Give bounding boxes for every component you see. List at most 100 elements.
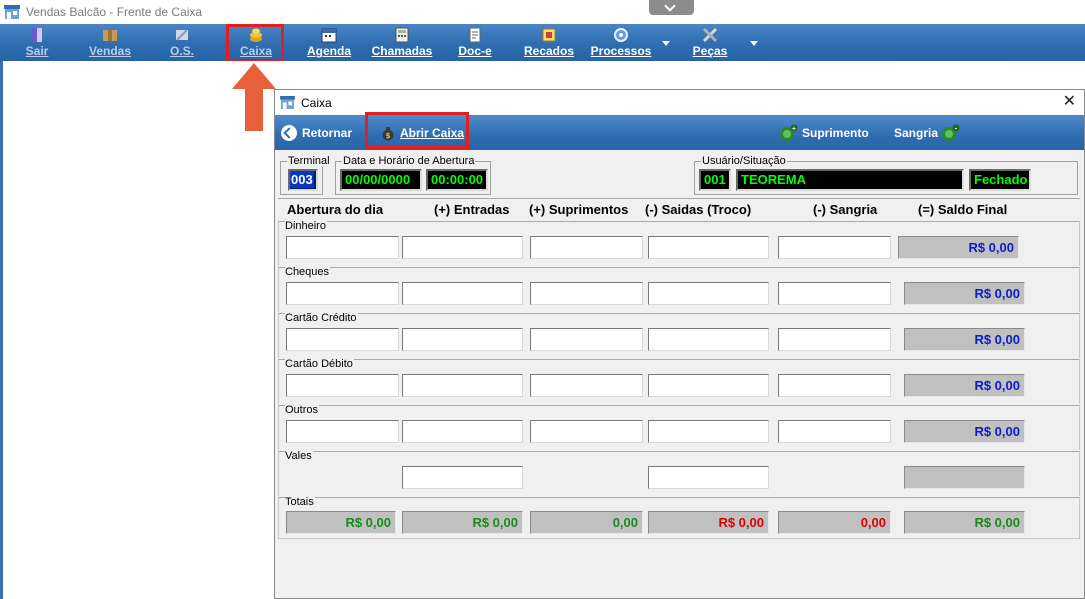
toolbar-processos-label: Processos — [590, 44, 652, 58]
col-abertura: Abertura do dia — [287, 202, 384, 217]
situacao-field: Fechado — [969, 169, 1031, 191]
toolbar-doce-button[interactable]: Doc-e — [455, 24, 495, 61]
outros-saidas-input[interactable] — [648, 420, 769, 443]
gear-icon — [614, 28, 628, 42]
dinheiro-saldo-field: R$ 0,00 — [898, 236, 1019, 259]
total-suprimentos-field: 0,00 — [530, 511, 643, 534]
left-edge-strip — [0, 61, 3, 599]
toolbar-sair-label: Sair — [25, 44, 49, 58]
toolbar-os-button[interactable]: O.S. — [165, 24, 199, 61]
abertura-group: Data e Horário de Abertura 00/00/0000 00… — [335, 155, 491, 195]
close-icon[interactable]: ✕ — [1063, 93, 1076, 111]
toolbar-recados-label: Recados — [523, 44, 575, 58]
dinheiro-sangria-input[interactable] — [778, 236, 891, 259]
credito-suprimentos-input[interactable] — [530, 328, 643, 351]
chevron-down-icon — [664, 0, 676, 12]
credito-entradas-input[interactable] — [402, 328, 523, 351]
cheques-saldo-field: R$ 0,00 — [904, 282, 1025, 305]
row-dinheiro-label: Dinheiro — [285, 220, 327, 232]
usuario-group: Usuário/Situação 001 TEOREMA Fechado — [694, 155, 1078, 195]
sangria-button[interactable]: Sangria - — [894, 115, 964, 150]
money-plus-icon: + — [780, 124, 798, 141]
dinheiro-entradas-input[interactable] — [402, 236, 523, 259]
dinheiro-suprimentos-input[interactable] — [530, 236, 643, 259]
collapse-toggle[interactable] — [649, 0, 694, 15]
total-sangria-field: 0,00 — [778, 511, 891, 534]
toolbar-processos-button[interactable]: Processos — [590, 24, 652, 61]
total-entradas-field: R$ 0,00 — [402, 511, 523, 534]
toolbar-os-label: O.S. — [169, 44, 194, 58]
suprimento-label: Suprimento — [802, 125, 869, 140]
cheques-saidas-input[interactable] — [648, 282, 769, 305]
window-title-bar: Vendas Balcão - Frente de Caixa — [0, 0, 1085, 24]
vales-saldo-field — [904, 466, 1025, 489]
back-arrow-icon — [281, 124, 297, 141]
row-outros-label: Outros — [285, 404, 320, 416]
col-entradas: (+) Entradas — [434, 202, 510, 217]
total-saidas-field: R$ 0,00 — [648, 511, 769, 534]
abertura-label: Data e Horário de Abertura — [342, 155, 476, 167]
usuario-name-field: TEOREMA — [736, 169, 964, 191]
dinheiro-saidas-input[interactable] — [648, 236, 769, 259]
usuario-label: Usuário/Situação — [701, 155, 787, 167]
toolbar-chamadas-label: Chamadas — [371, 44, 433, 58]
abertura-date-field: 00/00/0000 — [340, 169, 422, 191]
debito-suprimentos-input[interactable] — [530, 374, 643, 397]
total-saldo-field: R$ 0,00 — [904, 511, 1025, 534]
pecas-dropdown-arrow[interactable] — [750, 41, 758, 46]
debito-saidas-input[interactable] — [648, 374, 769, 397]
door-icon — [32, 28, 42, 42]
header-divider — [278, 198, 1080, 199]
toolbar-chamadas-button[interactable]: Chamadas — [371, 24, 433, 61]
debito-entradas-input[interactable] — [402, 374, 523, 397]
vales-saidas-input[interactable] — [648, 466, 769, 489]
outros-saldo-field: R$ 0,00 — [904, 420, 1025, 443]
credito-sangria-input[interactable] — [778, 328, 891, 351]
col-sangria: (-) Sangria — [813, 202, 878, 217]
cheques-entradas-input[interactable] — [402, 282, 523, 305]
cheques-sangria-input[interactable] — [778, 282, 891, 305]
dialog-title: Caixa — [301, 95, 332, 110]
cheques-abertura-input[interactable] — [286, 282, 399, 305]
notes-icon — [542, 28, 556, 42]
suprimento-button[interactable]: + Suprimento — [778, 115, 869, 150]
credito-saldo-field: R$ 0,00 — [904, 328, 1025, 351]
toolbar-agenda-button[interactable]: Agenda — [305, 24, 353, 61]
dinheiro-abertura-input[interactable] — [286, 236, 399, 259]
outros-abertura-input[interactable] — [286, 420, 399, 443]
caixa-dialog: Caixa ✕ Retornar $ Abrir Caixa + Suprime… — [274, 89, 1085, 599]
outros-suprimentos-input[interactable] — [530, 420, 643, 443]
row-cartao-credito-label: Cartão Crédito — [285, 312, 358, 324]
caixa-highlight-box — [226, 24, 284, 62]
debito-sangria-input[interactable] — [778, 374, 891, 397]
calculator-icon — [395, 27, 409, 43]
cheques-suprimentos-input[interactable] — [530, 282, 643, 305]
terminal-value: 003 — [290, 171, 314, 188]
vales-entradas-input[interactable] — [402, 466, 523, 489]
terminal-label: Terminal — [287, 155, 331, 167]
outros-sangria-input[interactable] — [778, 420, 891, 443]
toolbar-vendas-label: Vendas — [88, 44, 132, 58]
abrir-caixa-highlight-box — [365, 112, 469, 149]
credito-abertura-input[interactable] — [286, 328, 399, 351]
store-icon — [280, 96, 295, 109]
toolbar-vendas-button[interactable]: Vendas — [86, 24, 134, 61]
terminal-group: Terminal 003 — [280, 155, 331, 195]
processos-dropdown-arrow[interactable] — [662, 41, 670, 46]
money-minus-icon: - — [942, 124, 960, 141]
box-icon — [103, 30, 117, 41]
toolbar-recados-button[interactable]: Recados — [521, 24, 577, 61]
outros-entradas-input[interactable] — [402, 420, 523, 443]
col-suprimentos: (+) Suprimentos — [529, 202, 629, 217]
calendar-icon — [321, 28, 337, 43]
debito-abertura-input[interactable] — [286, 374, 399, 397]
row-cartao-debito-label: Cartão Débito — [285, 358, 354, 370]
main-toolbar: Sair Vendas O.S. Caixa Agenda Chamadas D… — [0, 24, 1085, 61]
tools-icon — [702, 27, 718, 43]
toolbar-pecas-button[interactable]: Peças — [690, 24, 730, 61]
retornar-button[interactable]: Retornar — [281, 115, 352, 150]
col-saidas: (-) Saidas (Troco) — [645, 202, 752, 217]
sangria-label: Sangria — [894, 125, 939, 140]
toolbar-sair-button[interactable]: Sair — [22, 24, 52, 61]
credito-saidas-input[interactable] — [648, 328, 769, 351]
